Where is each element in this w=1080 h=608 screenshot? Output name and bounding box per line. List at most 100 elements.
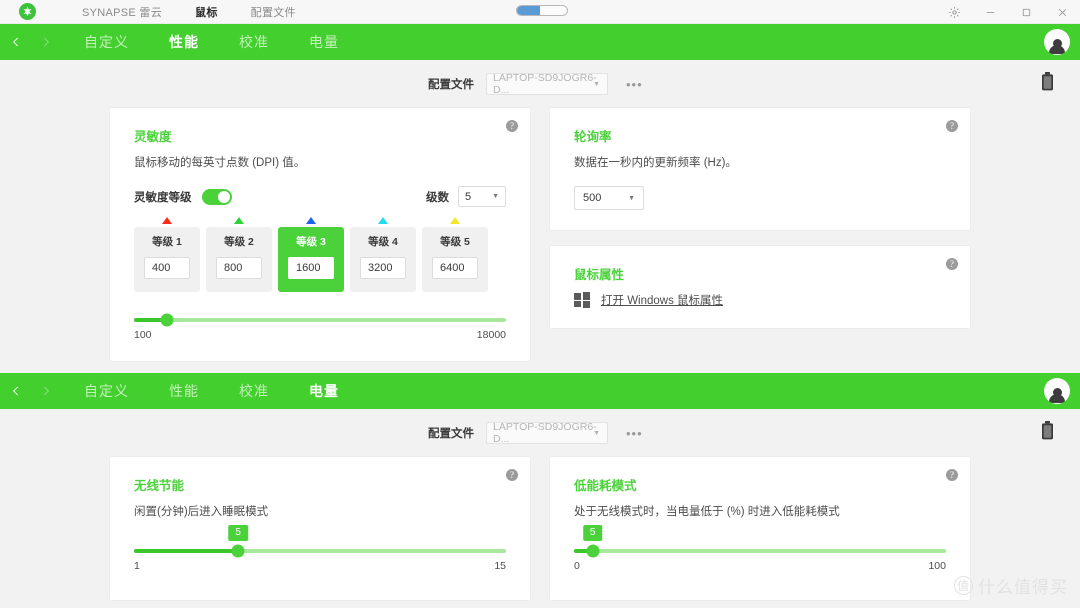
profile-more-button-top[interactable]: ••• — [626, 78, 643, 91]
help-icon-sensitivity[interactable]: ? — [506, 120, 518, 132]
lowpower-slider-knob[interactable] — [586, 544, 600, 558]
tab-power-bottom[interactable]: 电量 — [309, 381, 339, 401]
lowpower-description: 处于无线模式时，当电量低于 (%) 时进入低能耗模式 — [574, 506, 840, 518]
dpi-stage-name: 等级 1 — [152, 236, 182, 248]
dpi-stage-box[interactable]: 等级 1 400 — [134, 227, 200, 292]
tab-performance-top[interactable]: 性能 — [169, 32, 199, 52]
profile-row-bottom: 配置文件 LAPTOP-SD9JOGR6-D... ▼ ••• — [0, 409, 1080, 457]
profile-more-button-bottom[interactable]: ••• — [626, 427, 643, 440]
chevron-right-icon[interactable] — [38, 34, 54, 50]
dpi-slider-track[interactable] — [134, 313, 506, 327]
sensitivity-stage-toggle[interactable] — [201, 188, 232, 205]
nav-bar-top: 自定义 性能 校准 电量 — [0, 24, 1080, 60]
tab-power-top[interactable]: 电量 — [309, 32, 339, 52]
dpi-stage-4[interactable]: 等级 4 3200 — [350, 217, 416, 292]
dpi-stage-box[interactable]: 等级 2 800 — [206, 227, 272, 292]
lowpower-title: 低能耗模式 — [574, 479, 637, 493]
titlebar-item-profiles[interactable]: 配置文件 — [251, 4, 296, 20]
dpi-stage-3[interactable]: 等级 3 1600 — [278, 217, 344, 292]
lowpower-slider-track[interactable]: 5 — [574, 525, 946, 558]
stage-count-value: 5 — [465, 190, 472, 203]
left-column-bottom: ? 无线节能 闲置(分钟)后进入睡眠模式 5 1 15 — [110, 457, 530, 600]
avatar-body — [1049, 394, 1065, 403]
minimize-icon[interactable] — [972, 0, 1008, 24]
windows-properties-row[interactable]: 打开 Windows 鼠标属性 — [574, 292, 946, 308]
dpi-stage-name: 等级 3 — [296, 236, 326, 248]
dpi-stage-1[interactable]: 等级 1 400 — [134, 217, 200, 292]
dpi-stage-box[interactable]: 等级 5 6400 — [422, 227, 488, 292]
user-avatar-top[interactable] — [1044, 29, 1070, 55]
nav-bar-bottom: 自定义 性能 校准 电量 — [0, 373, 1080, 409]
dpi-stage-value[interactable]: 6400 — [432, 257, 478, 279]
stage-color-marker — [306, 217, 316, 224]
wireless-slider-track[interactable]: 5 — [134, 525, 506, 558]
right-column-bottom: ? 低能耗模式 处于无线模式时，当电量低于 (%) 时进入低能耗模式 5 0 1… — [550, 457, 970, 600]
tab-calibration-bottom[interactable]: 校准 — [239, 381, 269, 401]
chevron-left-icon[interactable] — [8, 383, 24, 399]
dpi-stage-value[interactable]: 400 — [144, 257, 190, 279]
dpi-stage-5[interactable]: 等级 5 6400 — [422, 217, 488, 292]
profile-row-top: 配置文件 LAPTOP-SD9JOGR6-D... ▼ ••• — [0, 60, 1080, 108]
tab-customize-top[interactable]: 自定义 — [84, 32, 129, 52]
chevron-left-icon[interactable] — [8, 34, 24, 50]
panel-divider — [0, 361, 1080, 373]
stage-count-select[interactable]: 5 ▼ — [458, 186, 506, 207]
title-bar: SYNAPSE 雷云 鼠标 配置文件 — [0, 0, 1080, 24]
help-icon-mouse-props[interactable]: ? — [946, 258, 958, 270]
polling-rate-select[interactable]: 500 ▼ — [574, 186, 644, 210]
tab-customize-bottom[interactable]: 自定义 — [84, 381, 129, 401]
dpi-stage-2[interactable]: 等级 2 800 — [206, 217, 272, 292]
profile-select-value-bottom: LAPTOP-SD9JOGR6-D... — [493, 421, 597, 445]
titlebar-menu: SYNAPSE 雷云 鼠标 配置文件 — [82, 4, 296, 20]
dpi-stage-box[interactable]: 等级 4 3200 — [350, 227, 416, 292]
help-icon-lowpower[interactable]: ? — [946, 469, 958, 481]
open-windows-mouse-properties-link[interactable]: 打开 Windows 鼠标属性 — [601, 292, 723, 308]
chevron-right-icon[interactable] — [38, 383, 54, 399]
windows-logo-icon — [574, 292, 590, 308]
mouse-properties-card: ? 鼠标属性 打开 Windows 鼠标属性 — [550, 246, 970, 328]
synapse-window: SYNAPSE 雷云 鼠标 配置文件 自定义 性能 校准 电量 配置文件 LAP… — [0, 0, 1080, 608]
titlebar-item-mouse[interactable]: 鼠标 — [195, 4, 218, 20]
help-icon-wireless[interactable]: ? — [506, 469, 518, 481]
sensitivity-stage-label: 灵敏度等级 — [134, 191, 192, 204]
wireless-slider-knob[interactable] — [231, 544, 245, 558]
wireless-title: 无线节能 — [134, 479, 185, 493]
dpi-slider-knob[interactable] — [160, 313, 174, 327]
user-avatar-bottom[interactable] — [1044, 378, 1070, 404]
window-controls — [936, 0, 1080, 24]
dpi-stage-value[interactable]: 1600 — [288, 257, 334, 279]
tab-calibration-top[interactable]: 校准 — [239, 32, 269, 52]
nav-tabs-top: 自定义 性能 校准 电量 — [84, 32, 339, 52]
stage-color-marker — [450, 217, 460, 224]
panel-performance: 自定义 性能 校准 电量 配置文件 LAPTOP-SD9JOGR6-D... ▼… — [0, 24, 1080, 361]
stage-color-marker — [378, 217, 388, 224]
sensitivity-description: 鼠标移动的每英寸点数 (DPI) 值。 — [134, 157, 306, 169]
dpi-stage-box-selected[interactable]: 等级 3 1600 — [278, 227, 344, 292]
wireless-power-saving-card: ? 无线节能 闲置(分钟)后进入睡眠模式 5 1 15 — [110, 457, 530, 600]
wireless-slider-scale: 1 15 — [134, 560, 506, 572]
titlebar-item-synapse[interactable]: SYNAPSE 雷云 — [82, 4, 162, 20]
dpi-stage-value[interactable]: 800 — [216, 257, 262, 279]
razer-logo-icon — [19, 3, 36, 20]
nav-arrows-top — [8, 34, 54, 50]
settings-gear-icon[interactable] — [936, 0, 972, 24]
tab-performance-bottom[interactable]: 性能 — [169, 381, 199, 401]
stage-color-marker — [162, 217, 172, 224]
dpi-slider[interactable]: 100 18000 — [134, 313, 506, 341]
profile-select-bottom[interactable]: LAPTOP-SD9JOGR6-D... ▼ — [486, 421, 608, 445]
avatar-body — [1049, 45, 1065, 54]
dpi-slider-scale: 100 18000 — [134, 329, 506, 341]
lowpower-slider-value: 5 — [582, 525, 603, 541]
lowpower-slider-scale: 0 100 — [574, 560, 946, 572]
wireless-slider-value: 5 — [228, 525, 248, 541]
help-icon-polling[interactable]: ? — [946, 120, 958, 132]
profile-select-top[interactable]: LAPTOP-SD9JOGR6-D... ▼ — [486, 72, 608, 96]
wireless-slider-fill — [134, 549, 239, 553]
dpi-stage-name: 等级 2 — [224, 236, 254, 248]
wireless-slider[interactable]: 5 1 15 — [134, 525, 506, 572]
close-icon[interactable] — [1044, 0, 1080, 24]
dpi-stage-value[interactable]: 3200 — [360, 257, 406, 279]
maximize-icon[interactable] — [1008, 0, 1044, 24]
lowpower-slider[interactable]: 5 0 100 — [574, 525, 946, 572]
stage-count-group: 级数 5 ▼ — [426, 186, 506, 207]
